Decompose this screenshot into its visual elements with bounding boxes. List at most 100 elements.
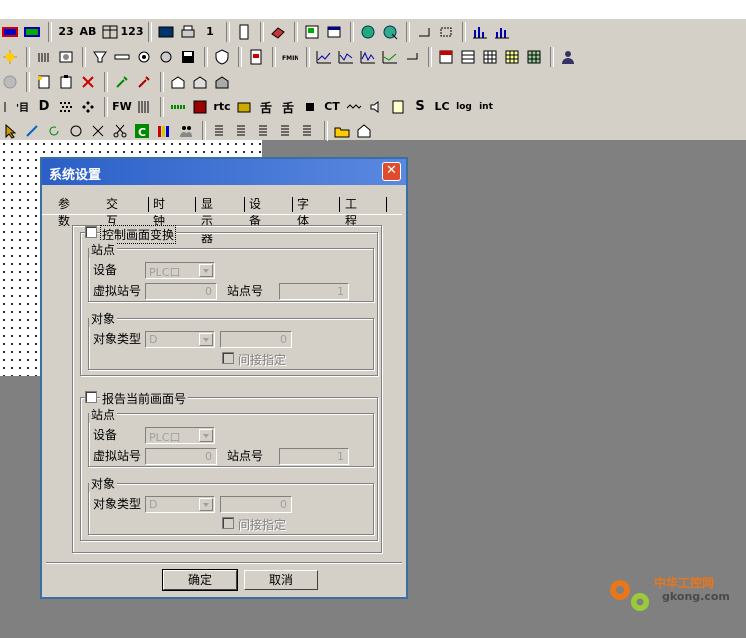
- cross-tool-icon[interactable]: [88, 121, 108, 141]
- indirect-checkbox[interactable]: [222, 352, 234, 364]
- ascii-display-icon[interactable]: [22, 22, 42, 42]
- station-no-input-2[interactable]: 1: [279, 448, 349, 465]
- tool-icon[interactable]: [112, 72, 132, 92]
- tab-clock[interactable]: 时钟: [153, 195, 165, 229]
- c-icon[interactable]: C: [132, 121, 152, 141]
- script-icon[interactable]: [388, 97, 408, 117]
- tab-interaction[interactable]: 交互: [106, 195, 118, 229]
- rtc-icon[interactable]: rtc: [212, 97, 232, 117]
- tab-device[interactable]: 设备: [249, 195, 261, 229]
- bar-chart-2-icon[interactable]: [492, 22, 512, 42]
- phone-icon[interactable]: [234, 22, 254, 42]
- document-icon[interactable]: [246, 47, 266, 67]
- eraser-icon[interactable]: [268, 22, 288, 42]
- gear-2-icon[interactable]: [156, 47, 176, 67]
- chevron-down-icon[interactable]: [199, 429, 213, 442]
- screen-icon[interactable]: [302, 22, 322, 42]
- timer-icon[interactable]: [234, 97, 254, 117]
- scissors-icon[interactable]: [110, 121, 130, 141]
- paste-icon[interactable]: [56, 72, 76, 92]
- diamond-dots-icon[interactable]: [78, 97, 98, 117]
- picture-icon[interactable]: [56, 47, 76, 67]
- bar-chart-icon[interactable]: [470, 22, 490, 42]
- save-icon[interactable]: [178, 47, 198, 67]
- stripes-icon[interactable]: [134, 97, 154, 117]
- grid-icon[interactable]: [480, 47, 500, 67]
- align-left-icon[interactable]: [210, 121, 230, 141]
- tab-parameters[interactable]: 参数: [58, 195, 70, 229]
- station-no-input[interactable]: 1: [279, 283, 349, 300]
- delete-icon[interactable]: [78, 72, 98, 92]
- trend-2-icon[interactable]: [336, 47, 356, 67]
- table-input-icon[interactable]: [100, 22, 120, 42]
- log-icon[interactable]: log: [454, 97, 474, 117]
- return-icon[interactable]: [402, 47, 422, 67]
- trend-3-icon[interactable]: [358, 47, 378, 67]
- keypad-icon[interactable]: 123: [121, 22, 144, 42]
- stop-icon[interactable]: [190, 97, 210, 117]
- funnel-icon[interactable]: [90, 47, 110, 67]
- chevron-down-icon[interactable]: [199, 498, 213, 511]
- open-folder-icon[interactable]: [332, 121, 352, 141]
- people-icon[interactable]: [176, 121, 196, 141]
- object-address-input-2[interactable]: 0: [220, 496, 292, 513]
- dots-icon[interactable]: [56, 97, 76, 117]
- trend-4-icon[interactable]: [380, 47, 400, 67]
- row4-edge-icon[interactable]: [0, 97, 10, 117]
- tab-project[interactable]: 工程: [345, 195, 357, 229]
- note-icon[interactable]: [34, 72, 54, 92]
- device-select-2[interactable]: PLC口: [145, 427, 215, 444]
- bar-green-icon[interactable]: [168, 97, 188, 117]
- label-icon[interactable]: '目: [12, 97, 32, 117]
- building-2-icon[interactable]: [190, 72, 210, 92]
- corner-icon[interactable]: [414, 22, 434, 42]
- tool-2-icon[interactable]: [134, 72, 154, 92]
- building-icon[interactable]: [168, 72, 188, 92]
- control-screen-change-checkbox[interactable]: [85, 226, 97, 238]
- speaker-icon[interactable]: [366, 97, 386, 117]
- int-icon[interactable]: int: [476, 97, 496, 117]
- fw-icon[interactable]: FW: [112, 97, 132, 117]
- lc-icon[interactable]: LC: [432, 97, 452, 117]
- refresh-icon[interactable]: [44, 121, 64, 141]
- grid-yellow-icon[interactable]: [502, 47, 522, 67]
- relay-2-icon[interactable]: 舌: [278, 97, 298, 117]
- globe-arrow-icon[interactable]: [380, 22, 400, 42]
- report-screen-number-checkbox[interactable]: [85, 391, 97, 403]
- lcd-icon[interactable]: [156, 22, 176, 42]
- trend-icon[interactable]: [314, 47, 334, 67]
- align-center-icon[interactable]: [232, 121, 252, 141]
- object-type-select-2[interactable]: D: [145, 496, 215, 513]
- chevron-down-icon[interactable]: [199, 264, 213, 277]
- books-icon[interactable]: [154, 121, 174, 141]
- wave-icon[interactable]: [344, 97, 364, 117]
- cancel-button[interactable]: 取消: [244, 570, 318, 590]
- circle-icon[interactable]: [66, 121, 86, 141]
- ok-button[interactable]: 确定: [162, 569, 238, 591]
- object-type-select[interactable]: D: [145, 331, 215, 348]
- numeric-input-icon[interactable]: 23: [56, 22, 76, 42]
- close-icon[interactable]: ✕: [382, 162, 401, 181]
- window-icon[interactable]: [324, 22, 344, 42]
- device-select[interactable]: PLC口: [145, 262, 215, 279]
- shield-icon[interactable]: [212, 47, 232, 67]
- one-icon[interactable]: 1: [200, 22, 220, 42]
- indirect-checkbox-2[interactable]: [222, 517, 234, 529]
- building-3-icon[interactable]: [212, 72, 232, 92]
- alarm-table-icon[interactable]: [436, 47, 456, 67]
- virtual-station-input-2[interactable]: 0: [145, 448, 217, 465]
- frame-icon[interactable]: [436, 22, 456, 42]
- pointer-icon[interactable]: [0, 121, 20, 141]
- globe-icon[interactable]: [358, 22, 378, 42]
- ruler-icon[interactable]: [112, 47, 132, 67]
- d-icon[interactable]: D: [34, 97, 54, 117]
- align-x-icon[interactable]: [254, 121, 274, 141]
- tab-font[interactable]: 字体: [297, 195, 309, 229]
- list-icon[interactable]: [458, 47, 478, 67]
- relay-icon[interactable]: 舌: [256, 97, 276, 117]
- bars-icon[interactable]: [34, 47, 54, 67]
- printer-icon[interactable]: [178, 22, 198, 42]
- s-icon[interactable]: S: [410, 97, 430, 117]
- virtual-station-input[interactable]: 0: [145, 283, 217, 300]
- link-icon[interactable]: [22, 121, 42, 141]
